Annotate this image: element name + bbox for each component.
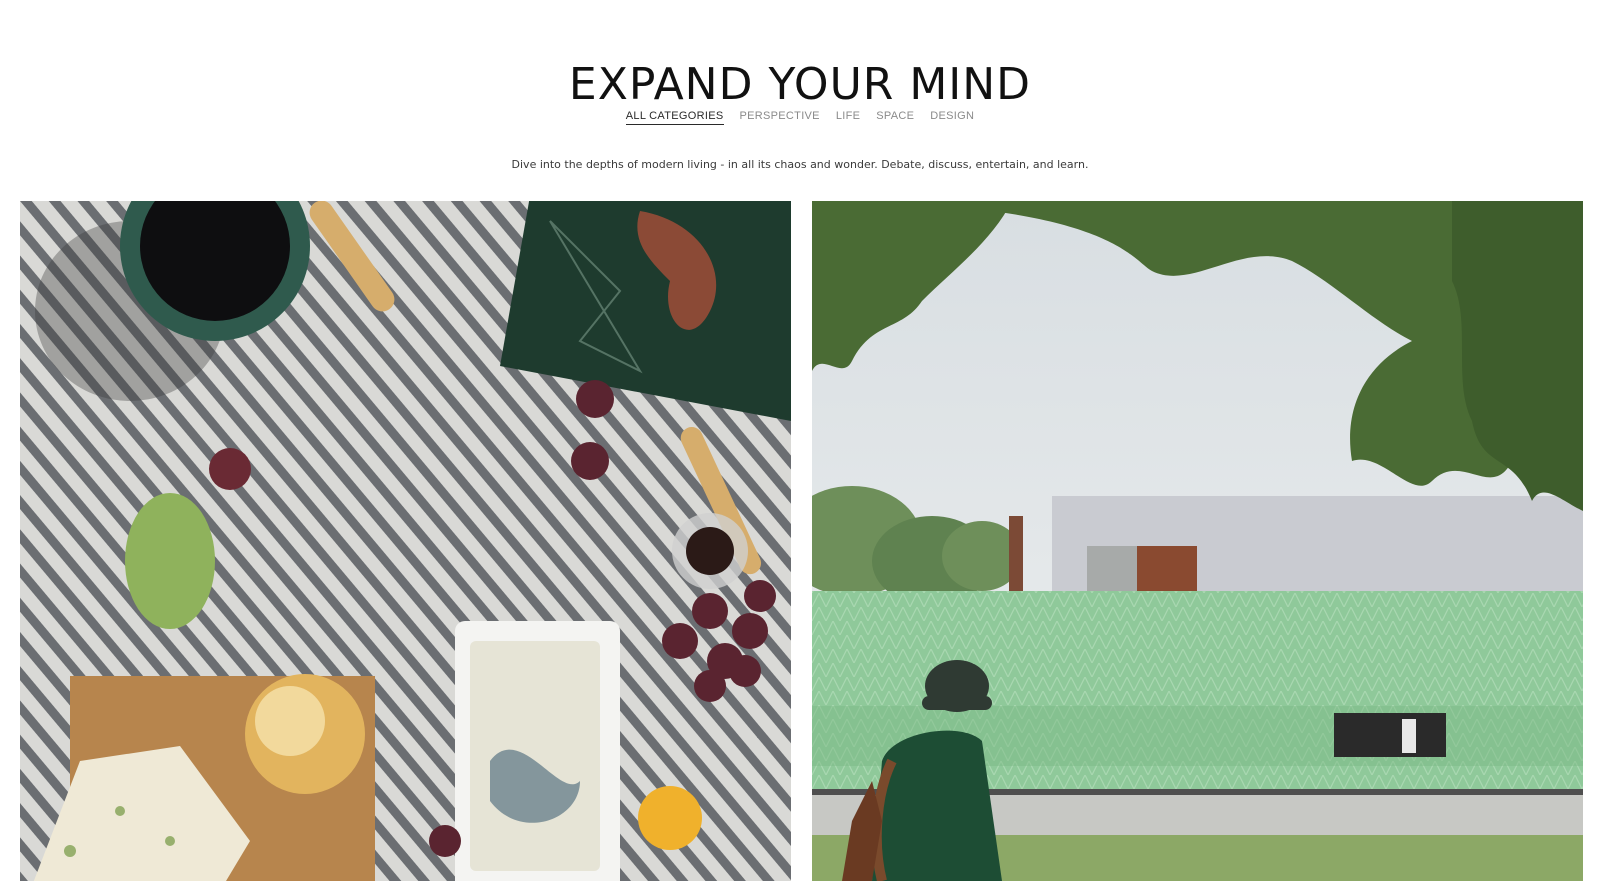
category-perspective[interactable]: PERSPECTIVE — [740, 110, 820, 125]
category-space[interactable]: SPACE — [876, 110, 914, 125]
article-card-architecture[interactable] — [812, 201, 1583, 881]
category-life[interactable]: LIFE — [836, 110, 860, 125]
category-filter: ALL CATEGORIES PERSPECTIVE LIFE SPACE DE… — [0, 110, 1600, 125]
category-design[interactable]: DESIGN — [930, 110, 974, 125]
picnic-food-image — [20, 201, 791, 881]
article-card-picnic[interactable] — [20, 201, 791, 881]
green-building-rider-image — [812, 201, 1583, 881]
category-all[interactable]: ALL CATEGORIES — [625, 110, 724, 125]
page-tagline: Dive into the depths of modern living - … — [511, 158, 1089, 171]
page-title: EXPAND YOUR MIND — [568, 59, 1032, 111]
